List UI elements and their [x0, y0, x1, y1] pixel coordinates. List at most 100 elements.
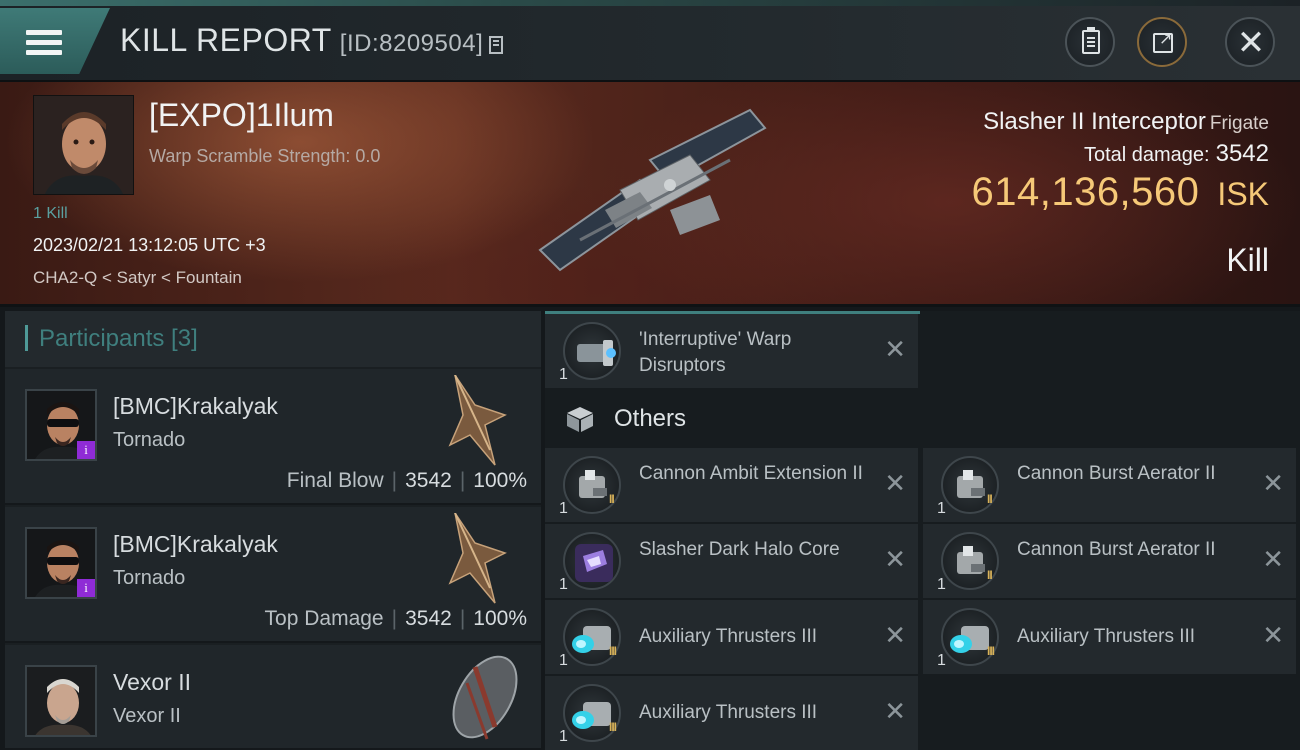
header-accent — [0, 0, 1300, 6]
item-quantity: 1 — [937, 652, 946, 669]
participant-ship: Vexor II — [113, 705, 181, 727]
item-meta-level: II — [987, 568, 993, 582]
header-bar: KILL REPORT [ID:8209504] ✕ — [0, 0, 1300, 82]
vexor-ship-image — [452, 655, 518, 740]
item-meta-level: II — [609, 492, 615, 506]
tornado-ship-image — [448, 513, 507, 604]
tornado-ship-image — [448, 375, 507, 466]
item-row[interactable]: III 1 Auxiliary Thrusters III ✕ — [923, 600, 1296, 674]
item-name: Cannon Burst Aerator II — [1017, 463, 1216, 484]
participant-row[interactable]: Vexor II Vexor II — [5, 645, 541, 750]
items-panel: 1 'Interruptive' Warp Disruptors ✕ Other… — [545, 311, 1300, 750]
share-icon — [1153, 29, 1173, 53]
victim-ship-image[interactable] — [520, 100, 780, 290]
kill-location[interactable]: CHA2-Q < Satyr < Fountain — [33, 268, 242, 288]
clipboard-icon — [1082, 27, 1100, 54]
close-icon[interactable]: ✕ — [884, 698, 906, 724]
kill-datetime: 2023/02/21 13:12:05 UTC +3 — [33, 235, 266, 255]
participant-avatar[interactable]: i — [25, 527, 97, 599]
clipboard-button[interactable] — [1065, 17, 1115, 67]
item-row[interactable]: III 1 Auxiliary Thrusters III ✕ — [545, 600, 918, 674]
participants-header: Participants [3] — [5, 311, 541, 367]
victim-panel: [EXPO]1Ilum Warp Scramble Strength: 0.0 … — [0, 82, 1300, 307]
isk-unit: ISK — [1217, 176, 1269, 212]
info-badge-icon: i — [77, 579, 95, 597]
item-name: Auxiliary Thrusters III — [639, 626, 818, 647]
others-section-header: Others — [545, 391, 918, 447]
close-icon[interactable]: ✕ — [884, 622, 906, 648]
participant-avatar[interactable]: i — [25, 389, 97, 461]
item-name: Auxiliary Thrusters III — [1017, 626, 1196, 647]
kill-count: 1 Kill — [33, 205, 68, 222]
item-name: Cannon Ambit Extension II — [639, 463, 863, 484]
close-icon[interactable]: ✕ — [884, 336, 906, 362]
item-meta-level: III — [609, 720, 617, 734]
ship-name: Slasher II Interceptor — [983, 108, 1206, 135]
participant-name[interactable]: Vexor II — [113, 669, 191, 696]
item-row[interactable]: 1 'Interruptive' Warp Disruptors ✕ — [545, 314, 918, 388]
participant-avatar[interactable] — [25, 665, 97, 737]
victim-ship[interactable]: Slasher II Interceptor Frigate — [983, 108, 1269, 136]
others-label: Others — [614, 405, 687, 432]
item-row[interactable]: 1 Slasher Dark Halo Core ✕ — [545, 524, 918, 598]
item-row[interactable]: II 1 Cannon Ambit Extension II ✕ — [545, 448, 918, 522]
cube-icon — [567, 407, 593, 432]
ship-class: Frigate — [1209, 113, 1269, 134]
hamburger-icon — [26, 30, 62, 55]
participant-row[interactable]: i [BMC]Krakalyak Tornado Final Blow | 3542… — [5, 369, 541, 505]
participant-damage: 3542 — [405, 607, 452, 630]
title-text: KILL REPORT — [120, 22, 332, 58]
participant-role: Top Damage — [264, 607, 384, 630]
share-button[interactable] — [1137, 17, 1187, 67]
item-name: Slasher Dark Halo Core — [639, 539, 840, 560]
participant-row[interactable]: i [BMC]Krakalyak Tornado Top Damage | 3542… — [5, 507, 541, 643]
total-damage-value: 3542 — [1215, 140, 1269, 167]
participant-damage: 3542 — [405, 469, 452, 492]
item-quantity: 1 — [937, 500, 946, 517]
info-badge-icon: i — [77, 441, 95, 459]
item-row[interactable]: III 1 Auxiliary Thrusters III ✕ — [545, 676, 918, 750]
participant-ship: Tornado — [113, 567, 186, 589]
participant-name[interactable]: [BMC]Krakalyak — [113, 393, 278, 420]
item-row[interactable]: II 1 Cannon Burst Aerator II ✕ — [923, 448, 1296, 522]
participant-stats: Top Damage | 3542 | 100% — [264, 607, 527, 630]
item-row[interactable]: II 1 Cannon Burst Aerator II ✕ — [923, 524, 1296, 598]
item-name: 'Interruptive' Warp Disruptors — [639, 329, 792, 376]
isk-value: 614,136,560 — [971, 170, 1200, 214]
item-name: Cannon Burst Aerator II — [1017, 539, 1216, 560]
participant-name[interactable]: [BMC]Krakalyak — [113, 531, 278, 558]
item-quantity: 1 — [559, 576, 568, 593]
participants-header-accent — [25, 325, 28, 351]
item-quantity: 1 — [559, 366, 568, 383]
participant-percent: 100% — [473, 469, 527, 492]
participants-panel: Participants [3] i [BMC]Krakalyak Tornad… — [5, 311, 541, 750]
close-icon[interactable]: ✕ — [1262, 470, 1284, 496]
close-button[interactable]: ✕ — [1225, 17, 1275, 67]
victim-avatar[interactable] — [33, 95, 134, 195]
participant-role: Final Blow — [286, 469, 384, 492]
warp-scramble-strength: Warp Scramble Strength: 0.0 — [149, 146, 381, 166]
item-quantity: 1 — [559, 728, 568, 745]
total-damage: Total damage: 3542 — [1084, 140, 1269, 168]
warp-disruptor-icon — [563, 322, 621, 380]
menu-button[interactable] — [0, 8, 110, 74]
participant-stats: Final Blow | 3542 | 100% — [286, 469, 527, 492]
victim-name[interactable]: [EXPO]1Ilum — [149, 97, 334, 134]
item-quantity: 1 — [937, 576, 946, 593]
participant-percent: 100% — [473, 607, 527, 630]
isk-value-line: 614,136,560 ISK — [971, 170, 1269, 215]
close-icon[interactable]: ✕ — [1262, 622, 1284, 648]
item-name: Auxiliary Thrusters III — [639, 702, 818, 723]
halo-core-icon — [563, 532, 621, 590]
item-quantity: 1 — [559, 500, 568, 517]
close-icon[interactable]: ✕ — [884, 546, 906, 572]
close-icon[interactable]: ✕ — [884, 470, 906, 496]
kill-result: Kill — [1226, 242, 1269, 278]
copy-icon[interactable] — [489, 34, 504, 54]
participant-ship: Tornado — [113, 429, 186, 451]
close-icon[interactable]: ✕ — [1262, 546, 1284, 572]
item-meta-level: III — [609, 644, 617, 658]
report-id: [ID:8209504] — [339, 30, 484, 57]
total-damage-label: Total damage: — [1083, 144, 1210, 166]
participants-title: Participants [3] — [39, 325, 198, 352]
